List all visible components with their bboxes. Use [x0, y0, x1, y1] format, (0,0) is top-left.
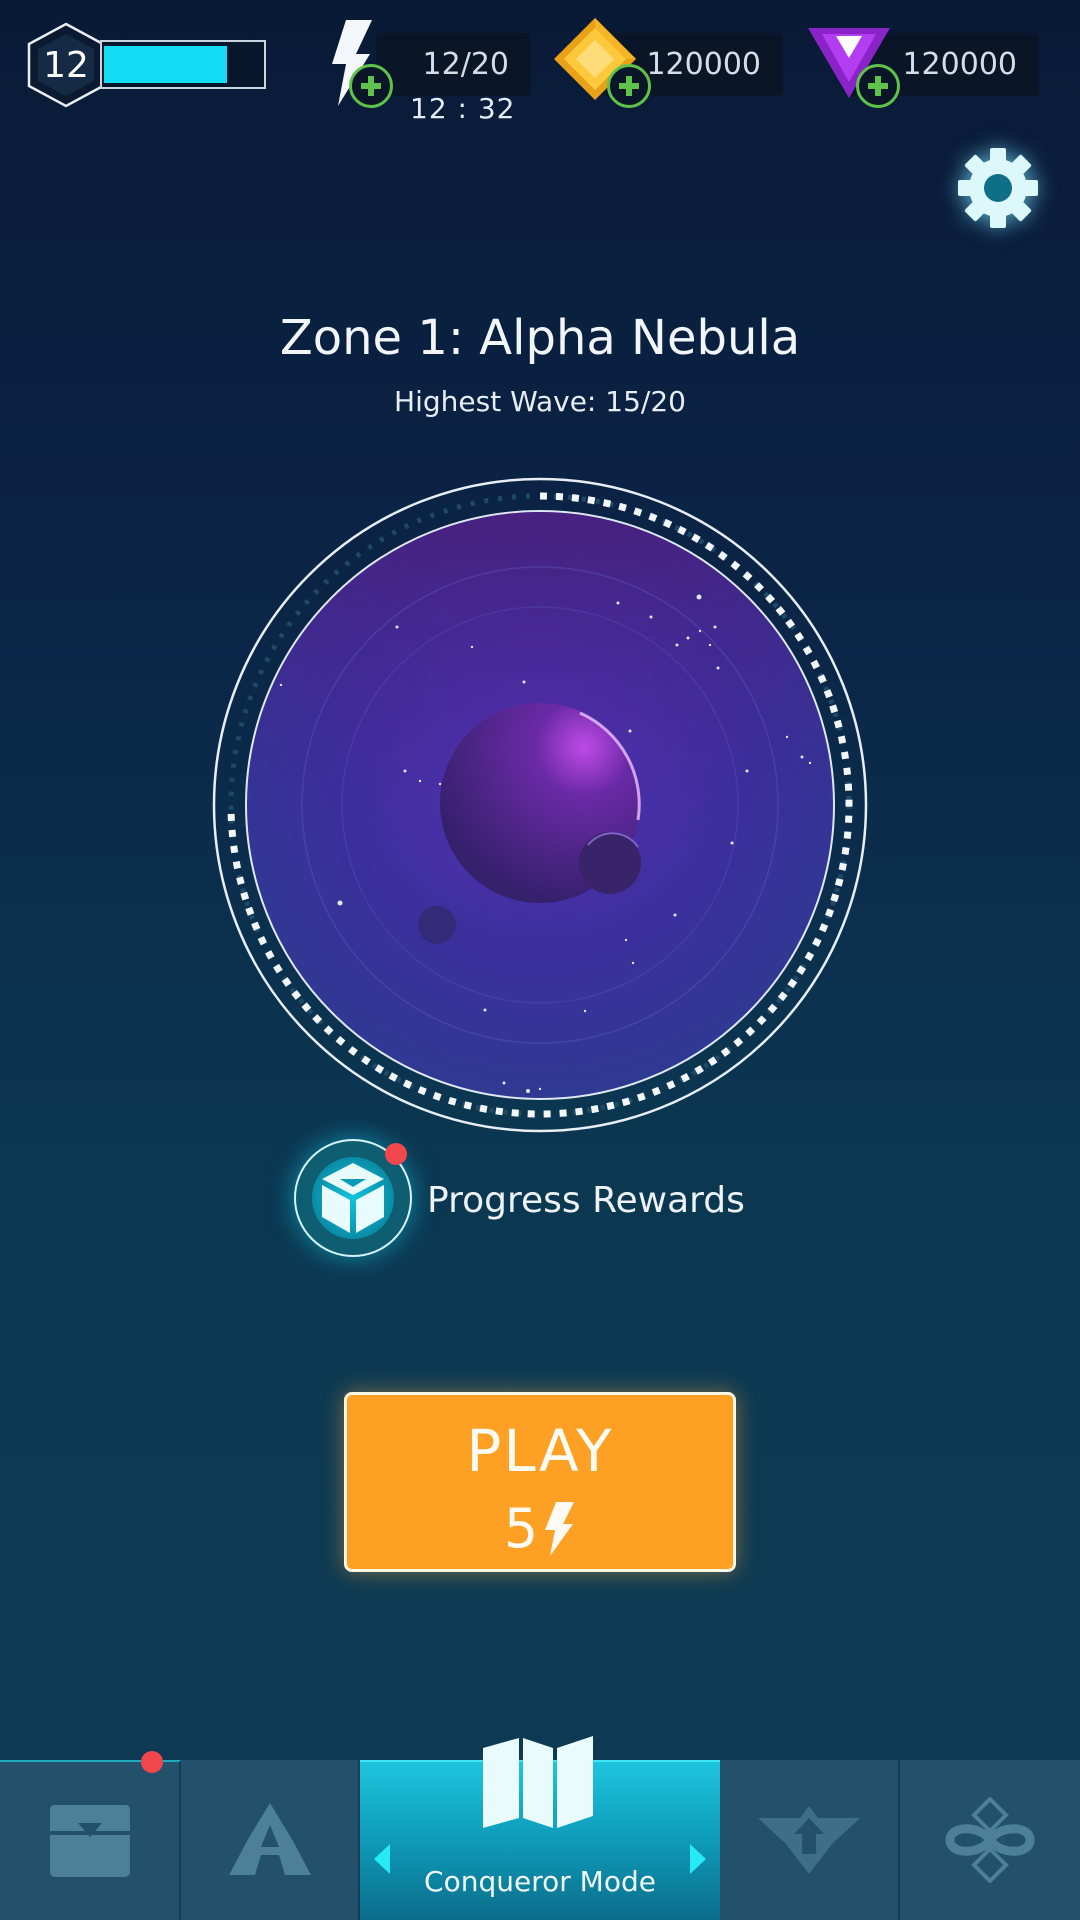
energy-timer: 12 : 32	[410, 92, 516, 125]
nav-ships[interactable]	[181, 1760, 360, 1920]
chest-icon	[49, 1805, 130, 1877]
nav-inventory[interactable]	[0, 1760, 181, 1920]
rewards-notification-dot	[385, 1143, 407, 1165]
xp-progress-fill	[104, 46, 227, 83]
cube-icon	[322, 1163, 384, 1233]
gear-icon[interactable]	[956, 146, 1040, 230]
energy-counter[interactable]: 12/20	[376, 33, 531, 96]
zone-title: Zone 1: Alpha Nebula	[279, 310, 801, 366]
inventory-notification-dot	[141, 1751, 163, 1773]
wings-icon	[758, 1806, 860, 1874]
highest-wave-label: Highest Wave: 15/20	[394, 385, 686, 418]
energy-value: 12/20	[422, 47, 509, 82]
add-gold-button[interactable]	[607, 64, 651, 108]
play-cost-value: 5	[503, 1497, 539, 1560]
bottom-navigation: Conqueror Mode	[0, 1736, 1080, 1920]
plus-icon	[868, 76, 888, 96]
gold-value: 120000	[646, 47, 761, 82]
zone-map[interactable]	[210, 475, 870, 1135]
nav-upgrades[interactable]	[720, 1760, 900, 1920]
player-level-number: 12	[43, 44, 89, 86]
nav-conqueror-label: Conqueror Mode	[424, 1865, 656, 1898]
lightning-icon	[545, 1501, 575, 1556]
play-cost: 5	[347, 1497, 733, 1560]
player-level-badge[interactable]: 12	[26, 22, 106, 108]
add-gem-button[interactable]	[856, 64, 900, 108]
plus-icon	[619, 76, 639, 96]
plus-icon	[361, 76, 381, 96]
map-icon	[483, 1736, 593, 1828]
infinity-icon	[945, 1797, 1035, 1883]
add-energy-button[interactable]	[349, 64, 393, 108]
gem-value: 120000	[902, 47, 1017, 82]
play-label: PLAY	[466, 1417, 614, 1485]
ship-icon	[228, 1803, 311, 1875]
play-button[interactable]: PLAY 5	[344, 1392, 736, 1572]
nav-endless-mode[interactable]	[900, 1760, 1080, 1920]
progress-rewards-label[interactable]: Progress Rewards	[427, 1180, 745, 1221]
xp-progress-bar	[100, 40, 266, 89]
